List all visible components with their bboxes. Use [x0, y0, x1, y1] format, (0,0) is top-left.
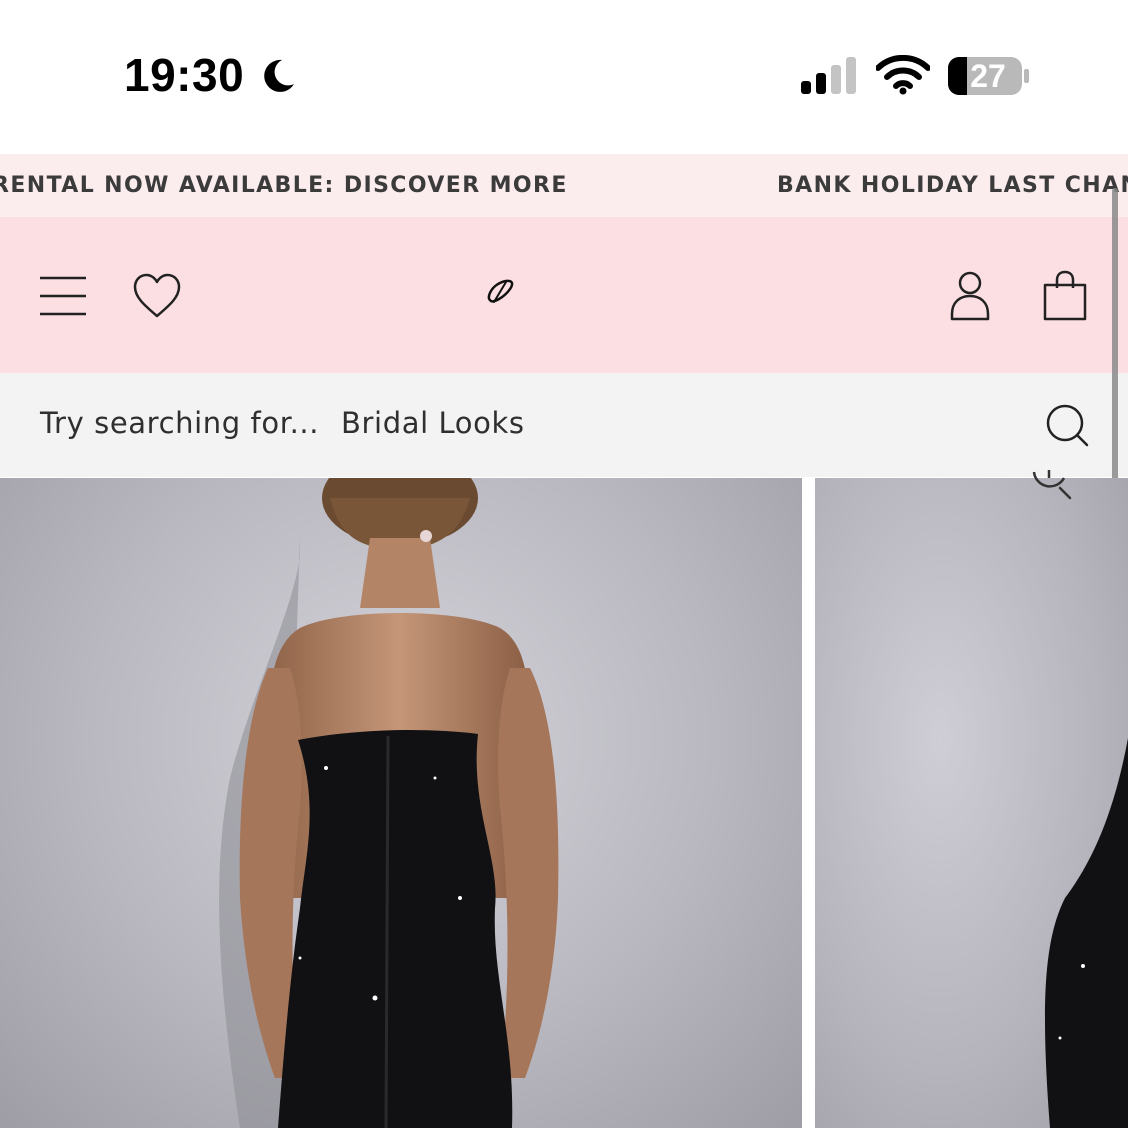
battery-icon: 27 [947, 56, 1031, 96]
menu-icon[interactable] [38, 274, 88, 318]
scrollbar[interactable] [1112, 188, 1118, 482]
moon-icon [264, 59, 294, 92]
brand-logo[interactable] [484, 276, 516, 306]
heart-icon[interactable] [132, 272, 182, 320]
dress-side-illustration [1045, 738, 1128, 1128]
signal-icon [801, 57, 856, 94]
battery-level: 27 [970, 58, 1006, 94]
bag-icon[interactable] [1042, 270, 1088, 322]
search-suggestion: Bridal Looks [341, 406, 525, 440]
ticker-item-bank-holiday[interactable]: BANK HOLIDAY LAST CHANCE [777, 154, 1128, 217]
announcement-ticker: RENTAL NOW AVAILABLE: DISCOVER MORE BANK… [0, 154, 1128, 217]
status-time: 19:30 [124, 49, 245, 101]
search-prompt: Try searching for... [40, 406, 320, 440]
search-input[interactable]: Try searching for... Bridal Looks [40, 406, 525, 440]
ticker-item-rental[interactable]: RENTAL NOW AVAILABLE: DISCOVER MORE [0, 154, 568, 217]
image-gutter [802, 478, 815, 1128]
account-icon[interactable] [948, 270, 992, 322]
wifi-icon [876, 55, 930, 95]
dress-back-illustration [219, 478, 559, 1128]
search-icon[interactable] [1044, 402, 1090, 448]
status-bar: 19:30 27 [0, 0, 1128, 154]
product-image-side-view[interactable] [815, 478, 1128, 1128]
product-image-back-view[interactable] [0, 478, 802, 1128]
zoom-icon[interactable] [1030, 470, 1072, 500]
